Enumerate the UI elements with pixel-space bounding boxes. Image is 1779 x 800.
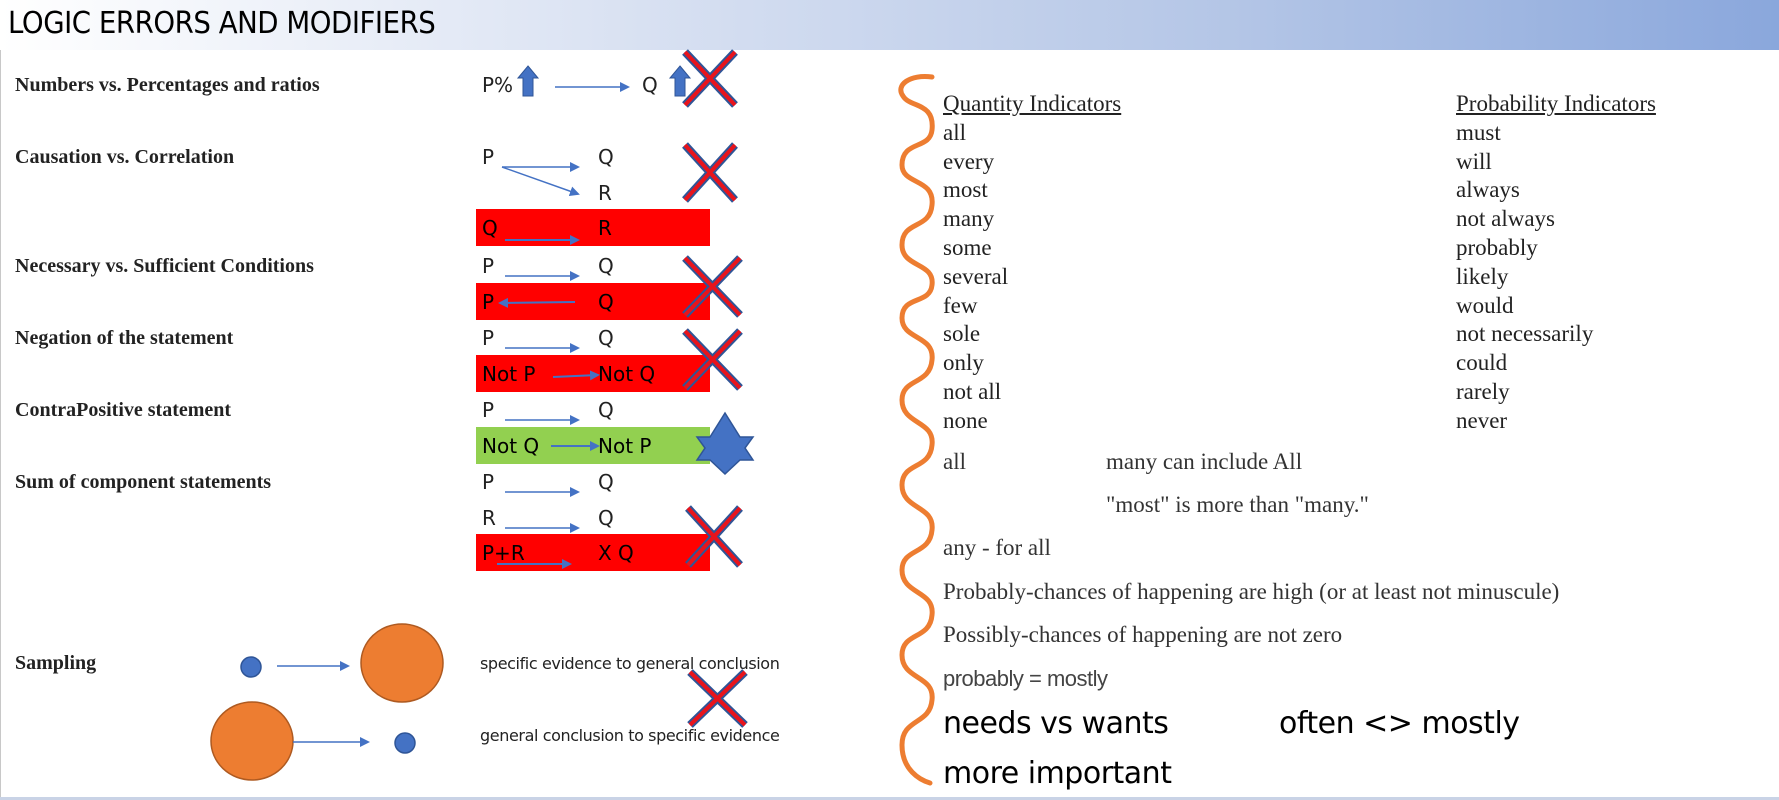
list-item: could	[1456, 350, 1508, 376]
list-item: not all	[943, 378, 1002, 404]
arrow-icon	[498, 297, 576, 308]
cross-icon	[682, 142, 738, 203]
list-item: most	[943, 177, 988, 203]
probability-heading: Probability Indicators	[1456, 91, 1656, 116]
quantity-heading: Quantity Indicators	[943, 91, 1122, 116]
up-arrow-icon	[516, 65, 540, 97]
list-item: would	[1456, 292, 1514, 318]
small-circle-icon	[240, 656, 262, 678]
list-item: will	[1456, 148, 1492, 174]
large-circle-icon	[360, 623, 444, 703]
quantity-indicators-list: Quantity Indicators all every most many …	[943, 90, 1121, 436]
arrow-icon	[552, 370, 600, 381]
list-item: must	[1456, 119, 1501, 145]
note-needs-vs-wants: needs vs wants	[943, 706, 1169, 741]
list-item: all	[943, 119, 966, 145]
up-arrow-icon	[668, 65, 692, 97]
cross-icon	[682, 255, 743, 318]
brace-icon	[898, 74, 935, 786]
list-item: always	[1456, 177, 1520, 203]
list-item: only	[943, 350, 984, 376]
list-item: sole	[943, 321, 981, 347]
note-all: all	[943, 449, 966, 474]
note-many-includes-all: many can include All	[1106, 449, 1303, 474]
list-item: probably	[1456, 234, 1538, 260]
list-item: every	[943, 148, 995, 174]
list-item: never	[1456, 407, 1508, 433]
list-item: rarely	[1456, 378, 1510, 404]
note-often-mostly: often <> mostly	[1279, 706, 1520, 741]
note-possibly: Possibly-chances of happening are not ze…	[943, 622, 1343, 647]
list-item: several	[943, 263, 1009, 289]
note-any-for-all: any - for all	[943, 535, 1051, 560]
list-item: none	[943, 407, 988, 433]
list-item: likely	[1456, 263, 1509, 289]
star-icon	[695, 411, 755, 476]
cross-icon	[682, 49, 738, 108]
list-item: not necessarily	[1456, 321, 1594, 347]
note-probably: Probably-chances of happening are high (…	[943, 579, 1560, 604]
cross-icon	[685, 505, 743, 568]
list-item: not always	[1456, 206, 1556, 232]
list-item: some	[943, 234, 992, 260]
list-item: few	[943, 292, 978, 318]
note-probably-mostly: probably = mostly	[943, 666, 1108, 691]
large-circle-icon	[210, 701, 294, 781]
arrow-icon	[501, 166, 580, 197]
probability-indicators-list: Probability Indicators must will always …	[1456, 90, 1656, 436]
cross-icon	[687, 669, 748, 728]
small-circle-icon	[394, 732, 416, 754]
note-most-vs-many: "most" is more than "many."	[1106, 492, 1369, 517]
note-more-important: more important	[943, 756, 1172, 791]
cross-icon	[682, 328, 743, 391]
list-item: many	[943, 206, 995, 232]
